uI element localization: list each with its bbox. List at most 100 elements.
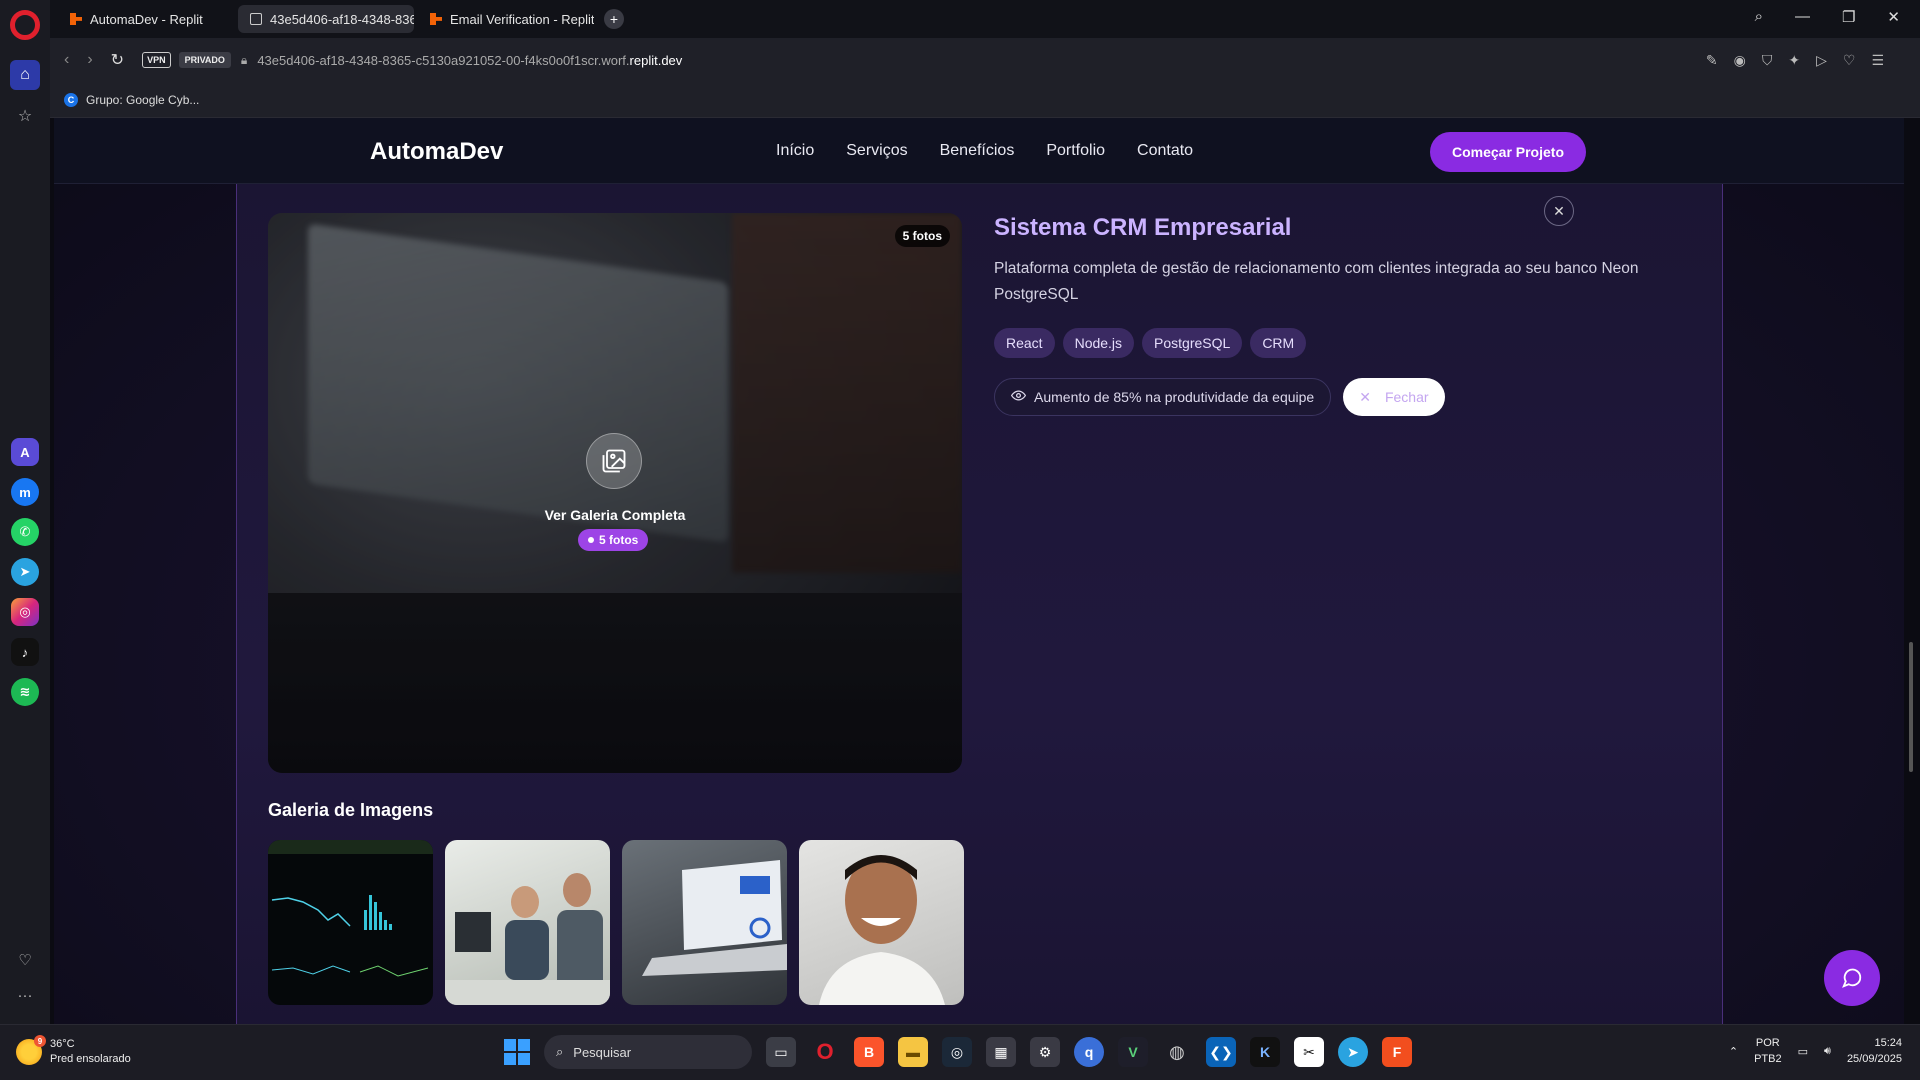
messenger-icon[interactable]: m bbox=[11, 478, 39, 506]
capcut-k-icon[interactable]: K bbox=[1250, 1037, 1280, 1067]
home-icon[interactable]: ⌂ bbox=[10, 60, 40, 90]
close-window-button[interactable]: ✕ bbox=[1887, 8, 1900, 26]
qbittorrent-icon[interactable]: q bbox=[1074, 1037, 1104, 1067]
tiktok-icon[interactable]: ♪ bbox=[11, 638, 39, 666]
heart-icon[interactable]: ♡ bbox=[18, 951, 31, 969]
new-tab-button[interactable]: + bbox=[604, 9, 624, 29]
figma-icon[interactable]: F bbox=[1382, 1037, 1412, 1067]
telegram-icon[interactable]: ➤ bbox=[1338, 1037, 1368, 1067]
forward-icon[interactable]: › bbox=[87, 51, 92, 69]
gallery-thumb-team[interactable] bbox=[445, 840, 610, 1005]
address-bar: ‹ › ↻ VPN PRIVADO 🔒︎ 43e5d406-af18-4348-… bbox=[50, 38, 1920, 82]
brave-icon[interactable]: B bbox=[854, 1037, 884, 1067]
search-icon: ⌕ bbox=[556, 1044, 564, 1059]
site-nav-links: Início Serviços Benefícios Portfolio Con… bbox=[776, 142, 1193, 160]
view-gallery-label[interactable]: Ver Galeria Completa bbox=[268, 507, 962, 523]
network-icon[interactable]: ▭ bbox=[1798, 1045, 1808, 1058]
gallery-count-pill: 5 fotos bbox=[578, 529, 649, 551]
browser-sidebar: ⌂ ☆ A m ✆ ➤ ◎ ♪ ≋ ♡ ··· bbox=[0, 0, 50, 1024]
tag-react: React bbox=[994, 328, 1055, 358]
bookmark-item[interactable]: Grupo: Google Cyb... bbox=[86, 93, 199, 107]
gallery-title: Galeria de Imagens bbox=[268, 800, 434, 820]
language-indicator[interactable]: POR PTB2 bbox=[1754, 1035, 1782, 1067]
volume-icon[interactable]: 🔊︎ bbox=[1824, 1045, 1831, 1058]
tab-email-verification[interactable]: Email Verification - Replit bbox=[418, 5, 594, 33]
obs-icon[interactable]: ◍ bbox=[1162, 1037, 1192, 1067]
camera-icon[interactable]: ◉ bbox=[1734, 52, 1746, 69]
clock[interactable]: 15:24 25/09/2025 bbox=[1847, 1035, 1902, 1067]
nav-contato[interactable]: Contato bbox=[1137, 142, 1193, 160]
file-explorer-icon[interactable]: ▬ bbox=[898, 1037, 928, 1067]
weather-widget[interactable]: 9 36°C Pred ensolarado bbox=[16, 1035, 131, 1067]
project-actions: Aumento de 85% na produtividade da equip… bbox=[994, 378, 1694, 416]
private-badge: PRIVADO bbox=[178, 52, 231, 68]
task-view-icon[interactable]: ▭ bbox=[766, 1037, 796, 1067]
project-info: Sistema CRM Empresarial Plataforma compl… bbox=[994, 214, 1694, 416]
replit-icon bbox=[70, 13, 82, 25]
spotify-icon[interactable]: ≋ bbox=[11, 678, 39, 706]
app-icon[interactable]: ⚙ bbox=[1030, 1037, 1060, 1067]
start-project-button[interactable]: Começar Projeto bbox=[1430, 132, 1586, 172]
heart-icon[interactable]: ♡ bbox=[1843, 52, 1856, 69]
back-icon[interactable]: ‹ bbox=[64, 51, 69, 69]
menu-icon[interactable]: ☰ bbox=[1871, 52, 1884, 69]
store-icon[interactable]: ▦ bbox=[986, 1037, 1016, 1067]
url-field[interactable]: 43e5d406-af18-4348-8365-c5130a921052-00-… bbox=[257, 53, 682, 68]
chat-button[interactable] bbox=[1824, 950, 1880, 1006]
gallery-thumb-laptop[interactable] bbox=[622, 840, 787, 1005]
instagram-icon[interactable]: ◎ bbox=[11, 598, 39, 626]
eye-icon bbox=[1010, 388, 1027, 406]
close-button[interactable]: ✕ Fechar bbox=[1343, 378, 1445, 416]
project-title: Sistema CRM Empresarial bbox=[994, 214, 1292, 241]
nav-servicos[interactable]: Serviços bbox=[846, 142, 907, 160]
windows-taskbar: 9 36°C Pred ensolarado ⌕ Pesquisar ▭ O B… bbox=[0, 1024, 1920, 1080]
gallery-thumb-dashboard[interactable] bbox=[268, 840, 433, 1005]
lock-icon[interactable]: 🔒︎ bbox=[241, 53, 247, 68]
nav-inicio[interactable]: Início bbox=[776, 142, 814, 160]
taskbar-apps: ⌕ Pesquisar ▭ O B ▬ ◎ ▦ ⚙ q V ◍ ❮❯ K ✂ ➤… bbox=[504, 1035, 1412, 1069]
play-icon[interactable]: ▷ bbox=[1816, 52, 1827, 69]
opera-icon[interactable]: O bbox=[810, 1037, 840, 1067]
bookmarks-bar: C Grupo: Google Cyb... bbox=[50, 82, 1920, 118]
minimize-button[interactable]: — bbox=[1795, 8, 1810, 26]
vpn-badge[interactable]: VPN bbox=[142, 52, 171, 68]
tab-current[interactable]: 43e5d406-af18-4348-836 bbox=[238, 5, 414, 33]
search-tabs-icon[interactable]: ⌕ bbox=[1755, 8, 1763, 26]
taskbar-search[interactable]: ⌕ Pesquisar bbox=[544, 1035, 752, 1069]
gallery-thumb-portrait[interactable] bbox=[799, 840, 964, 1005]
page-scrollbar[interactable] bbox=[1908, 122, 1914, 1022]
reload-icon[interactable]: ↻ bbox=[111, 50, 124, 70]
chevron-up-icon[interactable]: ⌃ bbox=[1729, 1045, 1738, 1058]
whatsapp-icon[interactable]: ✆ bbox=[11, 518, 39, 546]
aria-icon[interactable]: A bbox=[11, 438, 39, 466]
nav-portfolio[interactable]: Portfolio bbox=[1046, 142, 1105, 160]
edit-icon[interactable]: ✎ bbox=[1706, 52, 1718, 69]
windows-start-icon[interactable] bbox=[504, 1039, 530, 1065]
site-header: AutomaDev Início Serviços Benefícios Por… bbox=[54, 118, 1904, 184]
more-icon[interactable]: ··· bbox=[18, 987, 33, 1004]
tab-automadev[interactable]: AutomaDev - Replit bbox=[58, 5, 234, 33]
web-page: AutomaDev Início Serviços Benefícios Por… bbox=[54, 118, 1904, 1024]
ai-icon[interactable]: ✦ bbox=[1788, 52, 1800, 69]
project-hero-image[interactable]: 5 fotos Ver Galeria Completa 5 fotos bbox=[268, 213, 962, 773]
restore-button[interactable]: ❐ bbox=[1842, 8, 1855, 26]
sun-icon: 9 bbox=[16, 1035, 46, 1065]
nav-beneficios[interactable]: Benefícios bbox=[940, 142, 1015, 160]
tag-crm: CRM bbox=[1250, 328, 1307, 358]
replit-icon bbox=[430, 13, 442, 25]
star-icon[interactable]: ☆ bbox=[18, 106, 32, 126]
result-badge[interactable]: Aumento de 85% na produtividade da equip… bbox=[994, 378, 1332, 416]
vscode-icon[interactable]: ❮❯ bbox=[1206, 1037, 1236, 1067]
gallery-icon[interactable] bbox=[586, 433, 642, 489]
telegram-icon[interactable]: ➤ bbox=[11, 558, 39, 586]
system-tray: ⌃ POR PTB2 ▭ 🔊︎ 15:24 25/09/2025 bbox=[1729, 1035, 1902, 1067]
capcut-icon[interactable]: ✂ bbox=[1294, 1037, 1324, 1067]
project-description: Plataforma completa de gestão de relacio… bbox=[994, 260, 1639, 303]
steam-icon[interactable]: ◎ bbox=[942, 1037, 972, 1067]
vs-icon[interactable]: V bbox=[1118, 1037, 1148, 1067]
document-icon bbox=[250, 13, 262, 25]
chrome-group-icon: C bbox=[64, 92, 78, 107]
shield-icon[interactable]: ⛉ bbox=[1762, 52, 1773, 69]
site-brand[interactable]: AutomaDev bbox=[370, 138, 503, 166]
opera-logo-icon[interactable] bbox=[10, 10, 40, 40]
